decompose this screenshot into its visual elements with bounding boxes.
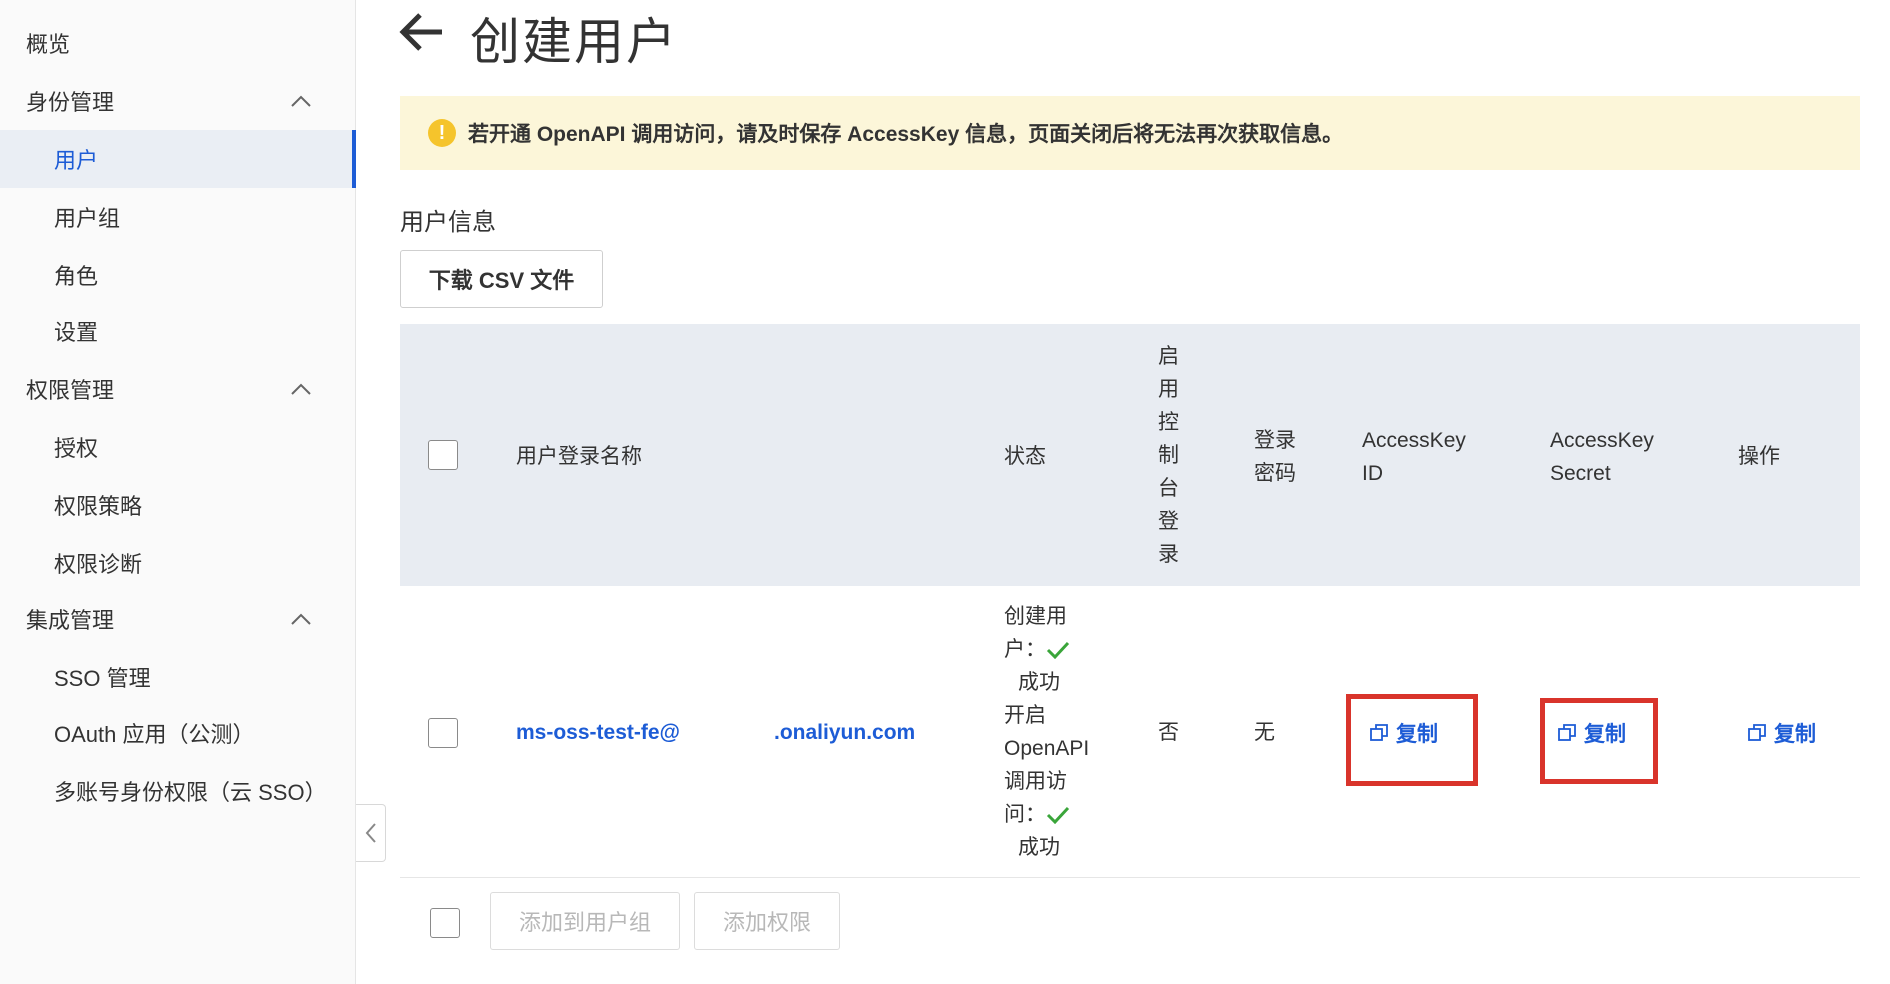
sidebar-item-label: 集成管理 [26, 608, 115, 633]
chevron-left-icon [365, 823, 376, 843]
add-to-group-button[interactable]: 添加到用户组 [490, 892, 680, 950]
status-text: 成功 [1018, 671, 1060, 694]
sidebar-item-cloud-sso[interactable]: 多账号身份权限（云 SSO） [0, 762, 356, 820]
sidebar-item-oauth[interactable]: OAuth 应用（公测） [0, 704, 356, 762]
row-checkbox[interactable] [428, 718, 458, 748]
status-text: OpenAPI [1004, 737, 1090, 760]
sidebar-item-label: 角色 [54, 264, 99, 289]
status-text: 调用访 [1004, 770, 1067, 793]
header-accesskey-id: AccessKey ID [1362, 429, 1466, 485]
chevron-up-icon [291, 95, 311, 107]
copy-all-button[interactable]: 复制 [1748, 718, 1816, 748]
copy-accesskey-id-button[interactable]: 复制 [1370, 718, 1438, 748]
console-login-value: 否 [1158, 721, 1179, 744]
sidebar-item-diagnosis[interactable]: 权限诊断 [0, 534, 356, 592]
status-text: 户： [1004, 638, 1046, 661]
login-name-part2: .onaliyun.com [774, 721, 916, 744]
chevron-up-icon [291, 613, 311, 625]
header-accesskey-secret: AccessKey Secret [1550, 429, 1654, 485]
user-login-name-link[interactable]: ms-oss-test-fe@ .onaliyun.com [516, 716, 915, 749]
sidebar-item-label: 授权 [54, 436, 99, 461]
header-login-name: 用户登录名称 [516, 445, 642, 468]
section-title: 用户信息 [400, 209, 496, 236]
sidebar: 概览 身份管理 用户 用户组 角色 设置 权限管理 授权 权限策略 权限诊断 集… [0, 0, 356, 984]
sidebar-item-label: 概览 [26, 32, 71, 57]
status-text: 开启 [1004, 704, 1046, 727]
sidebar-item-policies[interactable]: 权限策略 [0, 476, 356, 534]
status-text: 问： [1004, 803, 1046, 826]
table-row: ms-oss-test-fe@ .onaliyun.com 创建用 户： 成功 开… [400, 586, 1860, 878]
chevron-up-icon [291, 383, 311, 395]
sidebar-item-users[interactable]: 用户 [0, 130, 356, 188]
sidebar-item-label: SSO 管理 [54, 666, 151, 691]
sidebar-group-integration[interactable]: 集成管理 [0, 590, 356, 648]
status-cell: 创建用 户： 成功 开启 OpenAPI 调用访 问： 成功 [1004, 600, 1114, 864]
sidebar-item-label: 用户 [54, 148, 99, 173]
header-status: 状态 [1004, 445, 1046, 468]
copy-icon [1558, 724, 1576, 741]
copy-label: 复制 [1396, 723, 1438, 746]
select-all-checkbox[interactable] [428, 440, 458, 470]
copy-label: 复制 [1584, 723, 1626, 746]
sidebar-item-label: OAuth 应用（公测） [54, 722, 255, 747]
sidebar-item-sso[interactable]: SSO 管理 [0, 648, 356, 706]
copy-icon [1370, 724, 1388, 741]
page-title: 创建用户 [470, 14, 678, 70]
back-arrow-icon[interactable] [398, 12, 446, 52]
warning-icon: ! [428, 119, 456, 147]
check-icon [1046, 807, 1070, 825]
password-value: 无 [1254, 721, 1275, 744]
header-password: 登录 密码 [1254, 429, 1296, 485]
header-actions: 操作 [1738, 445, 1780, 468]
sidebar-item-label: 权限策略 [54, 494, 143, 519]
sidebar-item-label: 权限管理 [26, 378, 115, 403]
sidebar-item-settings[interactable]: 设置 [0, 302, 356, 360]
copy-accesskey-secret-button[interactable]: 复制 [1558, 718, 1626, 748]
check-icon [1046, 642, 1070, 660]
footer-select-checkbox[interactable] [430, 908, 460, 938]
sidebar-collapse-button[interactable] [356, 804, 386, 862]
sidebar-group-identity[interactable]: 身份管理 [0, 72, 356, 130]
sidebar-item-user-groups[interactable]: 用户组 [0, 188, 356, 246]
sidebar-item-roles[interactable]: 角色 [0, 246, 356, 304]
download-csv-button[interactable]: 下载 CSV 文件 [400, 250, 603, 308]
alert-text: 若开通 OpenAPI 调用访问，请及时保存 AccessKey 信息，页面关闭… [468, 123, 1344, 146]
sidebar-item-label: 用户组 [54, 206, 121, 231]
copy-icon [1748, 724, 1766, 741]
warning-alert: ! 若开通 OpenAPI 调用访问，请及时保存 AccessKey 信息，页面… [400, 96, 1860, 170]
sidebar-item-label: 设置 [54, 320, 99, 345]
sidebar-item-label: 身份管理 [26, 90, 115, 115]
sidebar-item-overview[interactable]: 概览 [0, 14, 356, 72]
sidebar-item-grant[interactable]: 授权 [0, 418, 356, 476]
status-text: 成功 [1018, 836, 1060, 859]
copy-label: 复制 [1774, 723, 1816, 746]
add-permission-button[interactable]: 添加权限 [694, 892, 840, 950]
sidebar-item-label: 权限诊断 [54, 552, 143, 577]
table-header: 用户登录名称 状态 启 用 控 制 台 登 录 登录 密码 AccessKey … [400, 324, 1860, 586]
sidebar-item-label: 多账号身份权限（云 SSO） [54, 780, 327, 805]
sidebar-group-permissions[interactable]: 权限管理 [0, 360, 356, 418]
header-console-login: 启 用 控 制 台 登 录 [1158, 345, 1179, 566]
login-name-part1: ms-oss-test-fe@ [516, 721, 681, 744]
status-text: 创建用 [1004, 605, 1067, 628]
